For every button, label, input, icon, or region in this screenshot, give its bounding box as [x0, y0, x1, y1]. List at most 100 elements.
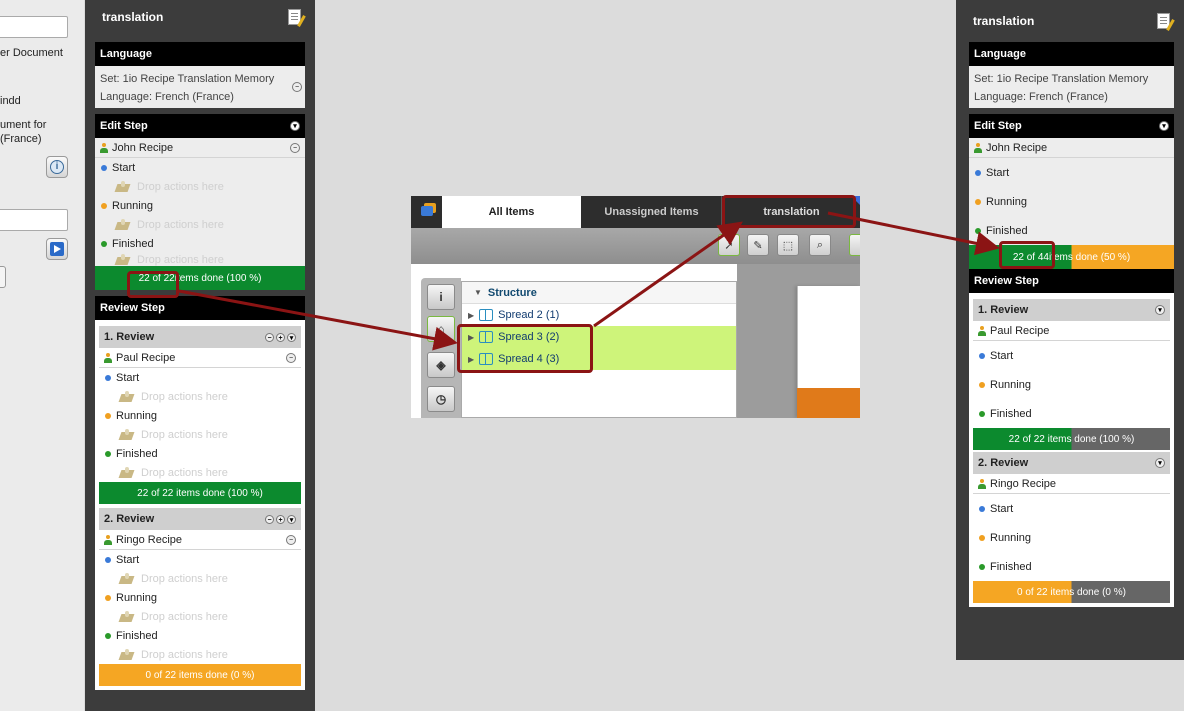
drop-zone[interactable]: Drop actions here: [99, 463, 301, 482]
chevron-down-icon[interactable]: ▾: [1159, 121, 1169, 131]
info-icon: i: [439, 290, 443, 304]
assignee-row[interactable]: Ringo Recipe −: [99, 530, 301, 550]
add-icon[interactable]: +: [276, 332, 285, 342]
tab-unassigned-items[interactable]: Unassigned Items: [582, 196, 722, 228]
assignee-row[interactable]: Paul Recipe −: [99, 348, 301, 368]
status-dot-icon: [979, 381, 985, 388]
partial-control[interactable]: [0, 266, 6, 288]
status-dot-icon: [975, 169, 981, 176]
drop-zone[interactable]: Drop actions here: [95, 253, 305, 266]
review-1-header: 1. Review ▾: [973, 299, 1170, 321]
user-icon: [978, 478, 986, 489]
step-running: Running: [99, 588, 301, 607]
assignee-row[interactable]: Ringo Recipe: [973, 474, 1170, 494]
tree-row-spread-3[interactable]: ▶ Spread 3 (2): [462, 326, 736, 348]
select-tool-button[interactable]: ➚: [718, 234, 740, 256]
tree-row-spread-2[interactable]: ▶ Spread 2 (1): [462, 304, 736, 326]
assignee-row[interactable]: Paul Recipe: [973, 321, 1170, 341]
tree-row-spread-4[interactable]: ▶ Spread 4 (3): [462, 348, 736, 370]
step-start: Start: [973, 494, 1170, 523]
document-properties-panel: er Document indd ument for (France) i: [0, 0, 84, 711]
play-icon: [50, 242, 64, 256]
review-1-header: 1. Review − + ▾: [99, 326, 301, 348]
info-button[interactable]: i: [46, 156, 68, 178]
remove-icon[interactable]: −: [265, 514, 274, 524]
drop-zone[interactable]: Drop actions here: [99, 425, 301, 444]
step-running: Running: [95, 196, 305, 215]
drop-zone[interactable]: Drop actions here: [99, 569, 301, 588]
tab-all-items[interactable]: All Items: [442, 196, 581, 228]
assignee-name: Paul Recipe: [116, 351, 176, 364]
drop-zone[interactable]: Drop actions here: [99, 607, 301, 626]
collapse-icon[interactable]: −: [292, 82, 302, 92]
status-dot-icon: [105, 374, 111, 381]
status-dot-icon: [979, 563, 985, 570]
step-running: Running: [973, 370, 1170, 399]
status-dot-icon: [105, 632, 111, 639]
play-button[interactable]: [46, 238, 68, 260]
language-value: Language: French (France): [974, 91, 1108, 103]
tab-translation[interactable]: translation: [723, 196, 860, 228]
add-icon[interactable]: +: [276, 514, 285, 524]
info-panel-button[interactable]: i: [427, 284, 455, 310]
collapse-icon[interactable]: −: [286, 534, 296, 545]
collapse-icon[interactable]: −: [286, 352, 296, 363]
layers-panel-button[interactable]: ◈: [427, 352, 455, 378]
review-2-header: 2. Review − + ▾: [99, 508, 301, 530]
review-step-header: Review Step: [95, 296, 305, 320]
edit-progress-bar: 22 of 44 items done (50 %): [969, 245, 1174, 269]
status-dot-icon: [975, 227, 981, 234]
drop-zone[interactable]: Drop actions here: [99, 387, 301, 406]
drop-tray-icon: [119, 390, 135, 403]
chevron-down-icon[interactable]: ▾: [1155, 458, 1165, 468]
chevron-down-icon[interactable]: ▾: [287, 332, 296, 342]
user-icon: [974, 142, 982, 153]
assignee-name: John Recipe: [986, 141, 1048, 154]
chevron-down-icon[interactable]: ▾: [1155, 305, 1165, 315]
assignee-row[interactable]: John Recipe: [969, 138, 1174, 158]
pencil-icon: ✎: [753, 239, 763, 252]
assignee-row[interactable]: John Recipe −: [95, 138, 305, 158]
edit-step-header: Edit Step ▾: [969, 114, 1174, 138]
user-icon: [104, 352, 112, 363]
step-finished: Finished: [973, 552, 1170, 581]
drop-tray-icon: [119, 610, 135, 623]
history-panel-button[interactable]: ◷: [427, 386, 455, 412]
panel-title: translation: [102, 10, 164, 24]
document-desc-line1: ument for: [0, 119, 47, 131]
user-icon: [978, 325, 986, 336]
drop-zone[interactable]: Drop actions here: [99, 645, 301, 664]
step-running: Running: [973, 523, 1170, 552]
tree-header[interactable]: ▼ Structure: [462, 282, 736, 304]
document-name-input[interactable]: [0, 16, 68, 38]
step-start: Start: [969, 158, 1174, 187]
language-header: Language: [969, 42, 1174, 66]
drop-zone[interactable]: Drop actions here: [95, 177, 305, 196]
status-dot-icon: [101, 202, 107, 209]
zoom-tool-button[interactable]: ⌕: [809, 234, 831, 256]
structure-tree: ▼ Structure ▶ Spread 2 (1) ▶ Spread 3 (2) …: [461, 281, 737, 418]
step-finished: Finished: [973, 399, 1170, 428]
drop-tray-icon: [119, 648, 135, 661]
hierarchy-icon: ⌂: [437, 322, 445, 336]
review-step-body: 1. Review − + ▾ Paul Recipe − Start Drop a…: [95, 320, 305, 690]
chevron-down-icon[interactable]: ▾: [290, 121, 300, 131]
structure-panel-button[interactable]: ⌂: [427, 316, 455, 342]
tab-bar: All Items Unassigned Items translation: [411, 196, 860, 228]
edit-document-icon[interactable]: [288, 9, 301, 25]
remove-icon[interactable]: −: [265, 332, 274, 342]
language-info: Set: 1io Recipe Translation Memory Langu…: [969, 66, 1174, 108]
frame-tool-button[interactable]: ⬚: [777, 234, 799, 256]
collapse-icon[interactable]: −: [290, 142, 300, 153]
panel-title: translation: [973, 14, 1035, 28]
workflow-panel-left: translation Language Set: 1io Recipe Tra…: [85, 0, 315, 711]
step-start: Start: [99, 368, 301, 387]
document-second-input[interactable]: [0, 209, 68, 231]
pen-tool-button[interactable]: ✎: [747, 234, 769, 256]
progress-count: 22 of 44: [1012, 251, 1049, 263]
app-logo-icon: [421, 206, 433, 216]
edit-document-icon[interactable]: [1157, 13, 1170, 29]
drop-zone[interactable]: Drop actions here: [95, 215, 305, 234]
extra-tool-button[interactable]: [849, 234, 860, 256]
chevron-down-icon[interactable]: ▾: [287, 514, 296, 524]
